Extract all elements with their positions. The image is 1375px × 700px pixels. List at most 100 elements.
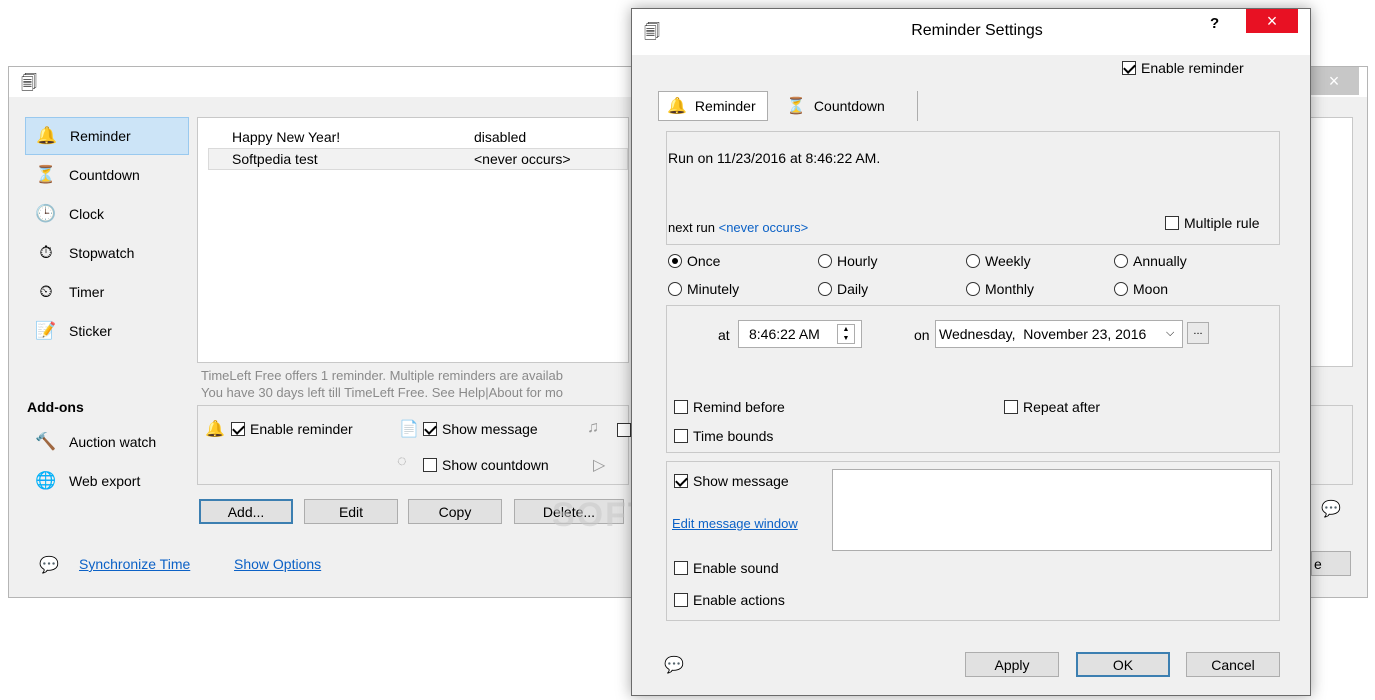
run-text: Run on 11/23/2016 at 8:46:22 AM.	[668, 150, 881, 166]
synchronize-time-link[interactable]: Synchronize Time	[79, 556, 190, 572]
sidebar-item-label: Countdown	[69, 167, 140, 183]
sidebar-item-countdown[interactable]: ⏳ Countdown	[25, 156, 189, 194]
message-textarea[interactable]	[832, 469, 1272, 551]
sound-checkbox[interactable]	[617, 423, 631, 437]
at-label: at	[718, 327, 730, 343]
dialog-title-bar: 🗐 Reminder Settings ? ×	[632, 9, 1310, 55]
add-button[interactable]: Add...	[199, 499, 293, 524]
next-run-value[interactable]: <never occurs>	[719, 220, 809, 235]
show-message-checkbox[interactable]: Show message	[423, 421, 538, 437]
help-button[interactable]: ?	[1210, 15, 1219, 32]
main-close-button[interactable]: ×	[1309, 67, 1359, 95]
radio-annually[interactable]: Annually	[1114, 253, 1187, 269]
time-value: 8:46:22 AM	[749, 326, 820, 342]
sidebar-item-label: Timer	[69, 284, 105, 300]
reminder-name: Softpedia test	[232, 151, 318, 167]
time-spinner[interactable]: ▲ ▼	[837, 324, 855, 344]
sidebar-item-timer[interactable]: ⏲ Timer	[25, 273, 189, 311]
help-icon[interactable]: 💬	[1321, 499, 1341, 519]
sticker-icon: 📝	[35, 321, 57, 340]
browse-button[interactable]: ...	[1187, 322, 1209, 344]
radio-label: Monthly	[985, 281, 1035, 297]
radio-label: Hourly	[837, 253, 878, 269]
sidebar-item-sticker[interactable]: 📝 Sticker	[25, 312, 189, 350]
checkbox-box	[231, 422, 245, 436]
checkbox-label: Enable actions	[693, 592, 785, 608]
radio-label: Once	[687, 253, 721, 269]
edit-message-window-link[interactable]: Edit message window	[672, 516, 798, 531]
sidebar-item-stopwatch[interactable]: ⏱ Stopwatch	[25, 234, 189, 272]
countdown-icon: ⏳	[35, 165, 57, 184]
addon-auction-watch[interactable]: 🔨 Auction watch	[25, 423, 189, 461]
tab-reminder[interactable]: 🔔 Reminder	[658, 91, 768, 121]
sidebar-item-label: Reminder	[70, 128, 131, 144]
next-run: next run <never occurs>	[668, 220, 808, 235]
radio-weekly[interactable]: Weekly	[966, 253, 1031, 269]
apply-button[interactable]: Apply	[965, 652, 1059, 677]
checkbox-box	[423, 422, 437, 436]
radio-dot	[966, 254, 980, 268]
show-options-link[interactable]: Show Options	[234, 556, 321, 572]
help-icon[interactable]: 💬	[39, 555, 59, 575]
table-row[interactable]: Happy New Year! disabled	[208, 126, 628, 148]
close-button[interactable]: ×	[1246, 9, 1298, 33]
radio-dot	[1114, 254, 1128, 268]
checkbox-box	[674, 561, 688, 575]
enable-actions-checkbox[interactable]: Enable actions	[674, 592, 785, 608]
spin-up-icon[interactable]: ▲	[838, 325, 854, 334]
radio-moon[interactable]: Moon	[1114, 281, 1168, 297]
chevron-down-icon[interactable]: ⌵	[1166, 327, 1174, 340]
ok-button[interactable]: OK	[1076, 652, 1170, 677]
radio-monthly[interactable]: Monthly	[966, 281, 1034, 297]
radio-hourly[interactable]: Hourly	[818, 253, 877, 269]
addon-web-export[interactable]: 🌐 Web export	[25, 462, 189, 500]
spin-down-icon[interactable]: ▼	[838, 334, 854, 343]
addon-label: Auction watch	[69, 434, 157, 450]
notice-line: TimeLeft Free offers 1 reminder. Multipl…	[201, 368, 563, 383]
checkbox-box	[1165, 216, 1179, 230]
enable-reminder-checkbox[interactable]: Enable reminder	[1122, 60, 1244, 76]
enable-sound-checkbox[interactable]: Enable sound	[674, 560, 779, 576]
repeat-after-checkbox[interactable]: Repeat after	[1004, 399, 1100, 415]
time-input[interactable]: 8:46:22 AM ▲ ▼	[738, 320, 862, 348]
multiple-rule-checkbox[interactable]: Multiple rule	[1165, 215, 1259, 231]
radio-daily[interactable]: Daily	[818, 281, 868, 297]
enable-reminder-checkbox[interactable]: Enable reminder	[231, 421, 353, 437]
clock-icon: 🕒	[35, 204, 57, 223]
remind-before-checkbox[interactable]: Remind before	[674, 399, 785, 415]
reminder-status: <never occurs>	[474, 151, 571, 167]
checkbox-box	[1004, 400, 1018, 414]
radio-minutely[interactable]: Minutely	[668, 281, 739, 297]
sidebar-item-clock[interactable]: 🕒 Clock	[25, 195, 189, 233]
sidebar-item-label: Sticker	[69, 323, 112, 339]
app-icon: 🗐	[21, 75, 37, 92]
tab-countdown[interactable]: ⏳ Countdown	[776, 91, 918, 121]
checkbox-box	[674, 429, 688, 443]
checkbox-label: Repeat after	[1023, 399, 1101, 415]
time-bounds-checkbox[interactable]: Time bounds	[674, 428, 773, 444]
stopwatch-icon: ⏱	[39, 243, 53, 262]
partial-button[interactable]: e	[1311, 551, 1351, 576]
countdown-icon: ◌	[397, 453, 407, 470]
checkbox-label: Show message	[442, 421, 538, 437]
radio-once[interactable]: Once	[668, 253, 720, 269]
date-value: Wednesday, November 23, 2016	[939, 326, 1147, 342]
edit-button[interactable]: Edit	[304, 499, 398, 524]
table-row[interactable]: Softpedia test <never occurs>	[208, 148, 628, 170]
sidebar-item-reminder[interactable]: 🔔 Reminder	[25, 117, 189, 155]
checkbox-label: Remind before	[693, 399, 785, 415]
list-panel-edge	[1311, 117, 1353, 367]
reminder-list: Happy New Year! disabled Softpedia test …	[197, 117, 629, 363]
options-group-edge	[1311, 405, 1353, 485]
checkbox-label: Show countdown	[442, 457, 549, 473]
checkbox-box	[674, 400, 688, 414]
date-picker[interactable]: Wednesday, November 23, 2016 ⌵	[935, 320, 1183, 348]
cancel-button[interactable]: Cancel	[1186, 652, 1280, 677]
license-notice: TimeLeft Free offers 1 reminder. Multipl…	[201, 367, 563, 401]
bell-icon: 🔔	[205, 421, 225, 438]
help-icon[interactable]: 💬	[664, 655, 684, 675]
show-countdown-checkbox[interactable]: Show countdown	[423, 457, 549, 473]
radio-dot	[818, 254, 832, 268]
copy-button[interactable]: Copy	[408, 499, 502, 524]
show-message-checkbox[interactable]: Show message	[674, 473, 789, 489]
